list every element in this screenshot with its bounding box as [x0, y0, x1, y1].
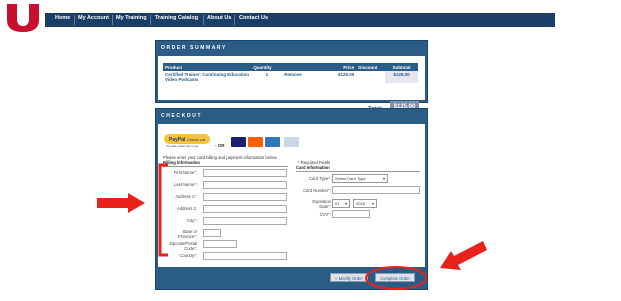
zipcode-label: Zipcode/Postal Code*: — [169, 241, 197, 251]
address2-field[interactable] — [203, 205, 287, 213]
chevron-down-icon: ▾ — [382, 176, 385, 181]
exp-month-select[interactable]: 01 ▾ — [332, 199, 350, 208]
price-value: $125.00 — [338, 72, 355, 77]
nav-my-training[interactable]: My Training — [116, 15, 147, 21]
table-row: Certified Trainer: Continuing Education … — [163, 71, 418, 83]
nav-separator — [112, 15, 113, 25]
card-number-field[interactable] — [332, 186, 420, 194]
card-divider — [296, 171, 420, 172]
checkout-body: PayPal Check out The safer, easier way t… — [158, 124, 425, 267]
discover-card-icon — [284, 137, 299, 147]
billing-divider — [163, 166, 288, 167]
zipcode-field[interactable] — [203, 240, 237, 248]
nav-separator — [234, 15, 235, 25]
nav-separator — [203, 15, 204, 25]
last-name-label: Last Name*: — [173, 182, 197, 187]
col-quantity: Quantity — [251, 63, 283, 71]
cvv-field[interactable] — [332, 210, 370, 218]
checkout-title: CHECKOUT — [161, 113, 203, 119]
exp-year-value: 2016 — [356, 201, 365, 206]
col-subtotal: Subtotal — [385, 63, 418, 71]
site-logo — [7, 3, 39, 32]
nav-about-us[interactable]: About Us — [207, 15, 231, 21]
order-summary-panel: ORDER SUMMARY Product Quantity Price Dis… — [155, 40, 428, 113]
remove-link[interactable]: Remove — [282, 71, 327, 83]
modify-order-button[interactable]: « Modify Order — [330, 273, 368, 282]
red-arrow-right-icon — [97, 193, 145, 213]
paypal-sub: Check out — [187, 137, 206, 142]
col-price: Price — [327, 63, 357, 71]
address1-field[interactable] — [203, 193, 287, 201]
country-field[interactable] — [203, 252, 287, 260]
paypal-label: PayPal — [169, 137, 186, 143]
order-summary-body: Product Quantity Price Discount Subtotal… — [158, 56, 425, 113]
chevron-down-icon: ▾ — [344, 201, 347, 206]
paypal-note: The safer, easier way to pay — [166, 144, 199, 148]
order-table-header: Product Quantity Price Discount Subtotal — [163, 63, 418, 71]
order-table: Product Quantity Price Discount Subtotal… — [163, 63, 418, 83]
expiration-label: Expiration Date*: — [312, 199, 331, 209]
first-name-label: First Name*: — [173, 170, 197, 175]
country-label: Country*: — [179, 253, 197, 258]
city-field[interactable] — [203, 217, 287, 225]
card-info-heading: Card Information — [296, 165, 330, 170]
address2-label: Address 2: — [176, 206, 197, 211]
complete-order-button[interactable]: Complete Order — [375, 273, 415, 282]
billing-info-heading: Billing Information — [163, 160, 200, 165]
order-summary-title: ORDER SUMMARY — [161, 45, 227, 51]
nav-contact-us[interactable]: Contact Us — [239, 15, 268, 21]
quantity-value: 1 — [265, 72, 269, 77]
nav-separator — [150, 15, 151, 25]
exp-month-value: 01 — [335, 201, 340, 206]
address1-label: Address 1*: — [175, 194, 197, 199]
or-label: - OR — [215, 143, 225, 148]
cvv-label: CVV*: — [319, 212, 331, 217]
checkout-button-bar: « Modify Order Complete Order — [156, 267, 427, 289]
red-arrow-left-icon — [440, 241, 487, 270]
discount-value — [356, 71, 385, 83]
nav-my-account[interactable]: My Account — [78, 15, 109, 21]
exp-year-select[interactable]: 2016 ▾ — [353, 199, 377, 208]
last-name-field[interactable] — [203, 181, 287, 189]
nav-training-catalog[interactable]: Training Catalog — [155, 15, 198, 21]
paypal-checkout-button[interactable]: PayPal Check out The safer, easier way t… — [164, 134, 210, 148]
state-label: State or Province*: — [177, 229, 197, 239]
main-nav: Home My Account My Training Training Cat… — [45, 13, 555, 27]
amex-card-icon — [265, 137, 280, 147]
card-type-select[interactable]: Select Card Type ▾ — [332, 174, 388, 183]
chevron-down-icon: ▾ — [371, 201, 374, 206]
first-name-field[interactable] — [203, 169, 287, 177]
card-number-label: Card Number*: — [303, 188, 331, 193]
col-discount: Discount — [356, 63, 386, 71]
card-type-value: Select Card Type — [335, 176, 366, 181]
card-type-label: Card Type*: — [308, 176, 331, 181]
state-field[interactable] — [203, 229, 221, 237]
col-product: Product — [163, 63, 252, 71]
mastercard-icon — [248, 137, 263, 147]
visa-card-icon — [231, 137, 246, 147]
product-name[interactable]: Certified Trainer: Continuing Education … — [163, 71, 251, 83]
nav-separator — [74, 15, 75, 25]
checkout-panel: CHECKOUT PayPal Check out The safer, eas… — [155, 108, 428, 290]
col-action — [282, 63, 328, 71]
nav-home[interactable]: Home — [55, 15, 70, 21]
city-label: City*: — [186, 218, 197, 223]
subtotal-value: $125.00 — [385, 71, 418, 83]
